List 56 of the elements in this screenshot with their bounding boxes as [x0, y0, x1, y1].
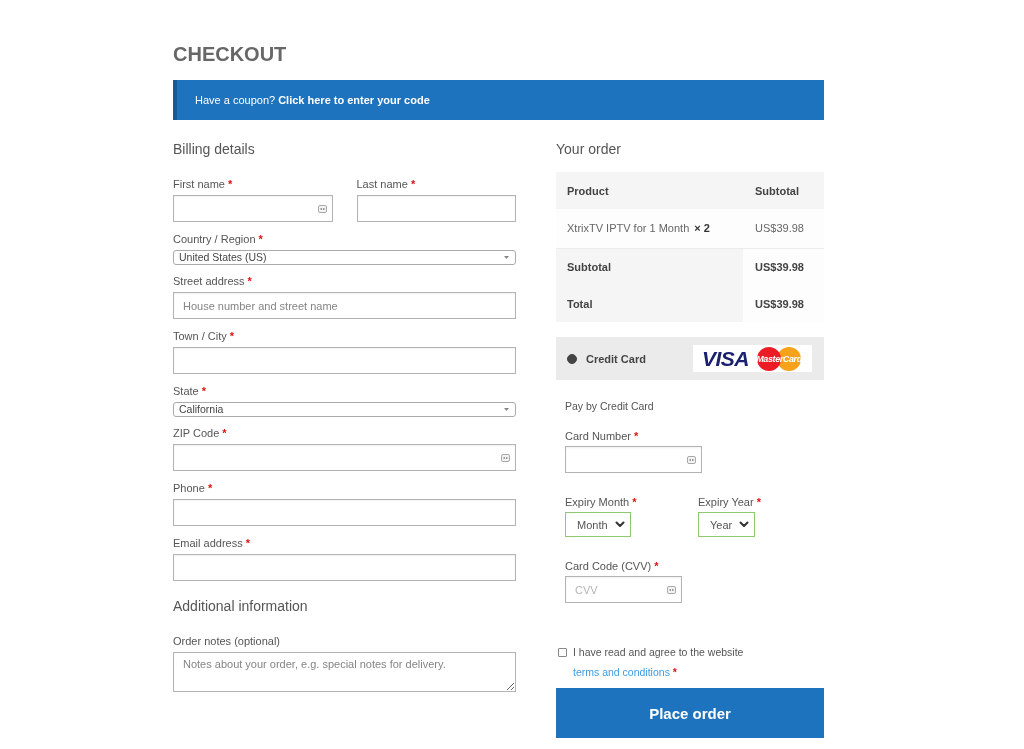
field-label: Card Number *: [565, 429, 640, 443]
page-title: CHECKOUT: [173, 42, 288, 67]
coupon-text: Have a coupon? Click here to enter your code: [195, 93, 430, 107]
field-label: First name *: [173, 177, 234, 191]
autofill-icon[interactable]: [687, 456, 696, 464]
table-cell: US$39.98: [743, 248, 824, 285]
section-heading: Billing details: [173, 140, 256, 159]
autofill-icon[interactable]: [501, 454, 510, 462]
coupon-link[interactable]: Click here to enter your code: [278, 94, 430, 106]
dropdown[interactable]: Year: [698, 512, 755, 537]
text-input[interactable]: [565, 446, 702, 473]
column-header: Subtotal: [743, 172, 824, 209]
field-label: State *: [173, 384, 208, 398]
field-label: Email address *: [173, 536, 252, 550]
autofill-icon[interactable]: [317, 205, 327, 213]
table-cell: Subtotal: [556, 248, 743, 285]
autofill-icon[interactable]: [667, 586, 676, 594]
field-label: ZIP Code *: [173, 426, 228, 440]
field-label: Last name *: [356, 177, 417, 191]
textarea-field[interactable]: Notes about your order, e.g. special notes for delivery.: [173, 652, 516, 692]
field-label: Expiry Year *: [698, 495, 761, 509]
visa-logo: VISA: [702, 348, 749, 369]
text-input[interactable]: CVV: [565, 576, 682, 603]
place-order-button[interactable]: Place order: [556, 688, 824, 738]
text-input[interactable]: [356, 195, 516, 222]
payment-description: Pay by Credit Card: [565, 399, 655, 413]
table-cell: US$39.98: [743, 209, 824, 248]
field-label: Order notes (optional): [173, 634, 281, 648]
caret-icon: [504, 408, 509, 411]
checkbox[interactable]: [558, 648, 567, 657]
text-input[interactable]: [173, 195, 333, 222]
field-label: Street address *: [173, 274, 253, 288]
section-heading: Additional information: [173, 597, 309, 616]
radio-button[interactable]: [567, 353, 577, 364]
field-label: Town / City *: [173, 329, 236, 343]
text-input[interactable]: [173, 347, 516, 374]
field-label: Card Code (CVV) *: [565, 559, 660, 573]
text-input[interactable]: House number and street name: [173, 292, 516, 319]
dropdown[interactable]: United States (US): [173, 250, 516, 265]
dropdown[interactable]: California: [173, 402, 516, 417]
text-input[interactable]: [173, 554, 516, 581]
field-label: Phone *: [173, 481, 214, 495]
text-input[interactable]: [173, 499, 516, 526]
caret-icon: [504, 256, 509, 259]
dropdown[interactable]: Month: [565, 512, 631, 537]
table-cell: XtrixTV IPTV for 1 Month × 2: [556, 209, 743, 248]
payment-method-label[interactable]: Credit Card: [586, 352, 646, 365]
chevron-down-icon: [615, 521, 625, 528]
table-cell: Total: [556, 285, 743, 322]
chevron-down-icon: [739, 521, 749, 528]
field-label: Country / Region *: [173, 232, 264, 246]
terms-text: I have read and agree to the website terms and conditions *: [573, 645, 745, 680]
column-header: Product: [556, 172, 743, 209]
section-heading: Your order: [556, 140, 622, 159]
field-label: Expiry Month *: [565, 495, 638, 509]
text-input[interactable]: [173, 444, 516, 471]
